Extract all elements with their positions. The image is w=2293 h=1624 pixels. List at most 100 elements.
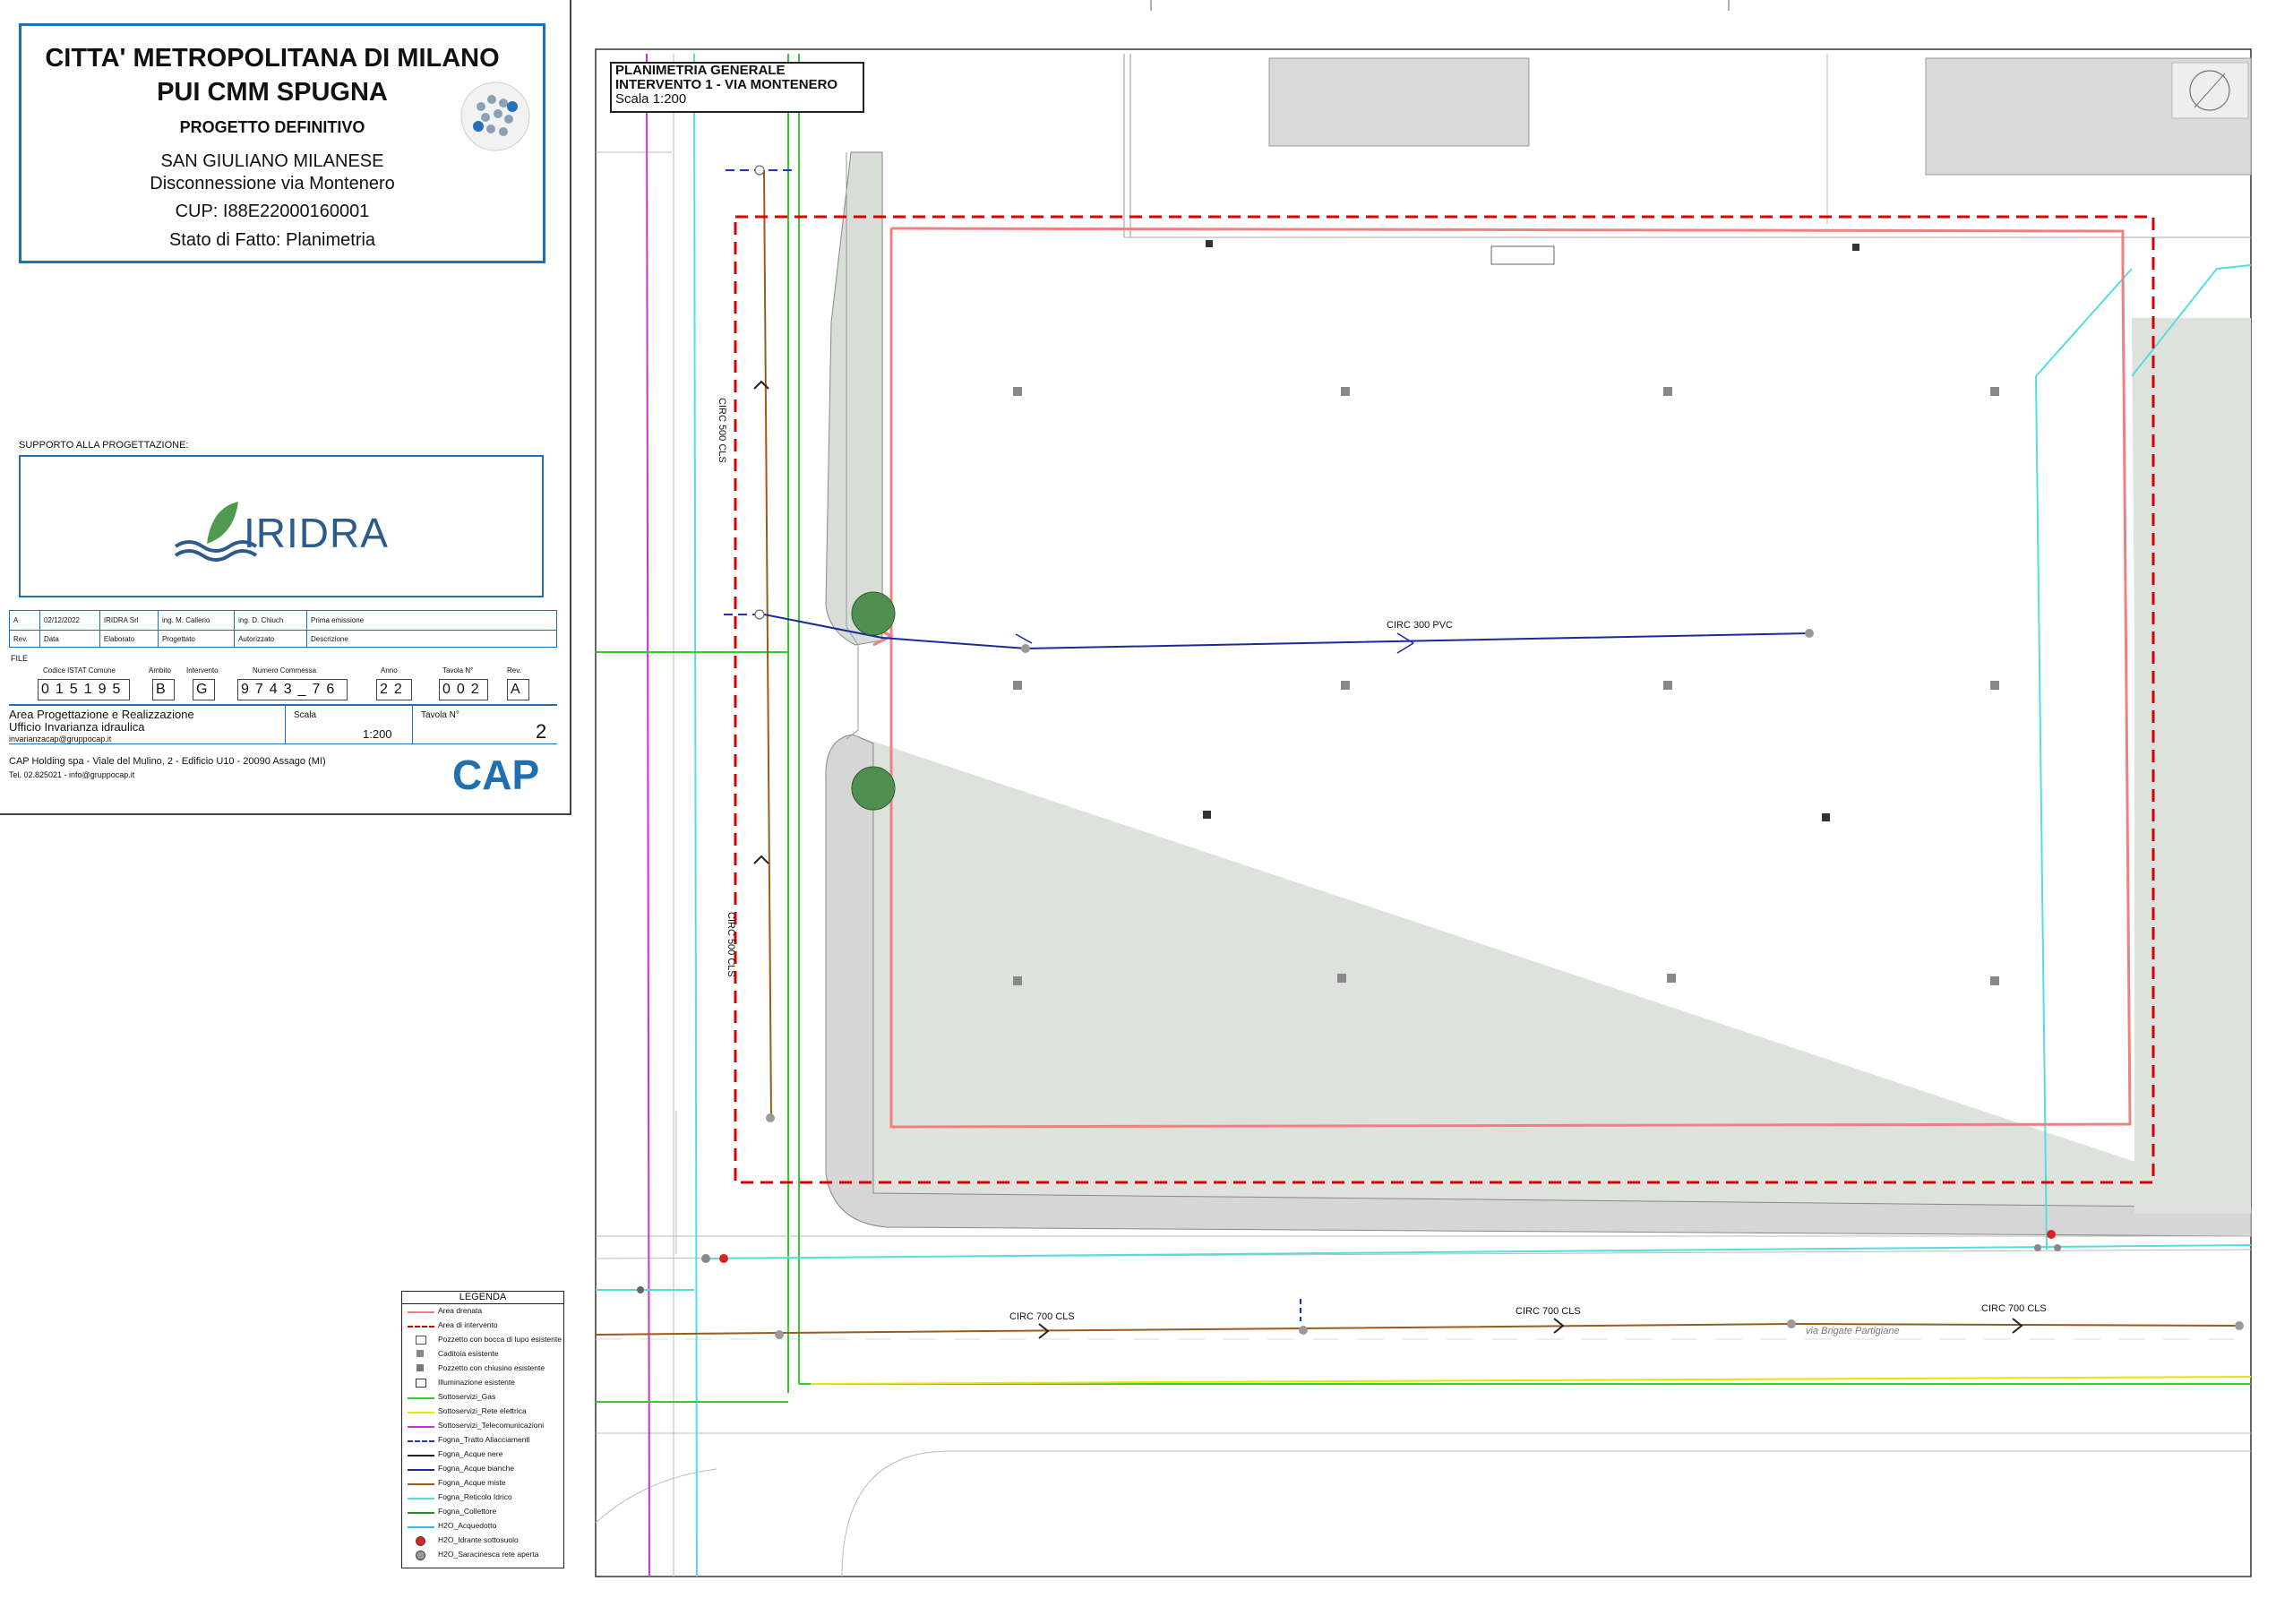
legend-label: Caditoia esistente (438, 1349, 499, 1358)
legend-swatch (416, 1536, 425, 1546)
legend-item: Area di intervento (402, 1319, 563, 1333)
code-tavola: 002 (439, 679, 488, 700)
code-label: Rev. (507, 666, 521, 675)
rev-header: Elaborato (99, 630, 159, 648)
code-commessa: 9743_76 (237, 679, 348, 700)
legend-item: Caditoia esistente (402, 1348, 563, 1362)
legend-swatch (408, 1526, 434, 1528)
legend-swatch (416, 1551, 425, 1560)
legend: LEGENDA Area drenata Area di intervento Po… (401, 1291, 564, 1568)
pipe-label: CIRC 700 CLS (1009, 1311, 1075, 1322)
rev-header: Autorizzato (234, 630, 307, 648)
legend-item: Fogna_Acque bianche (402, 1463, 563, 1476)
legend-label: Sottoservizi_Rete elettrica (438, 1406, 527, 1415)
code-istat: 015195 (38, 679, 130, 700)
legend-swatch (416, 1336, 426, 1345)
pipe-label: CIRC 700 CLS (1981, 1303, 2047, 1314)
legend-swatch (408, 1512, 434, 1514)
scale-label: Scala (294, 710, 317, 720)
water-network-line (693, 53, 698, 1577)
legend-title: LEGENDA (402, 1292, 563, 1304)
legend-item: Sottoservizi_Gas (402, 1391, 563, 1405)
legend-label: Area di intervento (438, 1320, 498, 1329)
legend-label: Fogna_Reticolo Idrico (438, 1492, 512, 1501)
legend-item: Fogna_Acque nere (402, 1448, 563, 1462)
pipe-label: CIRC 700 CLS (1516, 1306, 1581, 1317)
legend-swatch (408, 1483, 434, 1485)
telecom-line (646, 53, 650, 1577)
spugna-logo-icon (460, 82, 530, 151)
legend-label: Fogna_Acque nere (438, 1449, 503, 1458)
sheet-label: Tavola N° (421, 710, 459, 720)
code-label: Intervento (186, 666, 219, 675)
plan-subtitle: INTERVENTO 1 - VIA MONTENERO (615, 77, 838, 92)
legend-item: Sottoservizi_Rete elettrica (402, 1405, 563, 1419)
title-block-header: CITTA' METROPOLITANA DI MILANO PUI CMM S… (19, 23, 545, 263)
code-intervento: G (193, 679, 215, 700)
legend-item: Area drenata (402, 1305, 563, 1319)
legend-item: Fogna_Tratto Allacciamenti (402, 1434, 563, 1448)
municipality: SAN GIULIANO MILANESE (160, 151, 384, 171)
legend-item: Fogna_Acque miste (402, 1477, 563, 1491)
rev-author: IRIDRA Srl (99, 610, 159, 631)
drawing-sheet: CITTA' METROPOLITANA DI MILANO PUI CMM S… (0, 0, 2293, 1624)
legend-label: Fogna_Acque miste (438, 1478, 506, 1487)
rev-approver: ing. D. Chiuch (234, 610, 307, 631)
cap-logo: CAP (452, 752, 540, 798)
rev-header: Progettato (157, 630, 236, 648)
revision-table: A 02/12/2022 IRIDRA Srl ing. M. Callerio… (9, 610, 557, 648)
legend-label: H2O_Idrante sottosuolo (438, 1535, 519, 1544)
client-title: CITTA' METROPOLITANA DI MILANO (45, 44, 500, 73)
code-label: Anno (381, 666, 398, 675)
subject: Disconnessione via Montenero (150, 174, 395, 193)
electric-line (810, 1376, 2252, 1385)
rev-designer: ing. M. Callerio (157, 610, 236, 631)
code-label: Ambito (149, 666, 171, 675)
file-label: FILE (11, 654, 29, 663)
rev-letter: A (9, 610, 40, 631)
legend-swatch (408, 1426, 434, 1428)
pipe-label: CIRC 500 CLS (717, 398, 727, 463)
code-anno: 22 (376, 679, 412, 700)
office-title: Area Progettazione e Realizzazione (9, 708, 194, 721)
mixed-sewer-vertical (763, 169, 772, 1121)
title-block: CITTA' METROPOLITANA DI MILANO PUI CMM S… (0, 0, 571, 815)
legend-item: H2O_Acquedotto (402, 1520, 563, 1534)
legend-label: Fogna_Acque bianche (438, 1464, 515, 1473)
mixed-sewer-main (595, 1322, 2240, 1336)
rev-header: Rev. (9, 630, 40, 648)
support-label: SUPPORTO ALLA PROGETTAZIONE: (19, 440, 189, 451)
legend-swatch (417, 1364, 424, 1371)
iridra-logo-text: IRIDRA (244, 510, 389, 556)
office-email: invarianzacap@gruppocap.it (9, 735, 112, 743)
code-ambito: B (152, 679, 175, 700)
legend-item: Sottoservizi_Telecomunicazioni (402, 1420, 563, 1433)
rev-date: 02/12/2022 (39, 610, 100, 631)
pipe-label: CIRC 500 CLS (726, 912, 736, 977)
tree-icon (851, 591, 896, 636)
phase-title: PROGETTO DEFINITIVO (179, 118, 365, 136)
legend-swatch (408, 1311, 434, 1313)
code-label: Numero Commessa (253, 666, 317, 675)
legend-label: H2O_Acquedotto (438, 1521, 497, 1530)
legend-swatch (408, 1469, 434, 1471)
lamp-icons (1203, 240, 1859, 821)
legend-swatch (408, 1397, 434, 1399)
legend-swatch (408, 1498, 434, 1499)
legend-label: Area drenata (438, 1306, 483, 1315)
pipe-label: CIRC 300 PVC (1387, 620, 1453, 631)
flow-arrows (1015, 632, 1414, 654)
legend-swatch (408, 1326, 434, 1328)
code-rev: A (507, 679, 529, 700)
tree-icon (851, 766, 896, 811)
office-subtitle: Ufficio Invarianza idraulica (9, 720, 145, 734)
sidewalk-left-top (825, 151, 883, 646)
plan-header: PLANIMETRIA GENERALE INTERVENTO 1 - VIA … (610, 62, 864, 113)
scale-value: 1:200 (363, 727, 392, 741)
rev-header: Data (39, 630, 100, 648)
legend-label: Fogna_Collettore (438, 1507, 497, 1516)
legend-label: Sottoservizi_Gas (438, 1392, 496, 1401)
legend-label: Pozzetto con chiusino esistente (438, 1363, 545, 1372)
company-contacts: Tel. 02.825021 - info@gruppocap.it (9, 770, 135, 779)
legend-label: Pozzetto con bocca di lupo esistente (438, 1335, 562, 1344)
